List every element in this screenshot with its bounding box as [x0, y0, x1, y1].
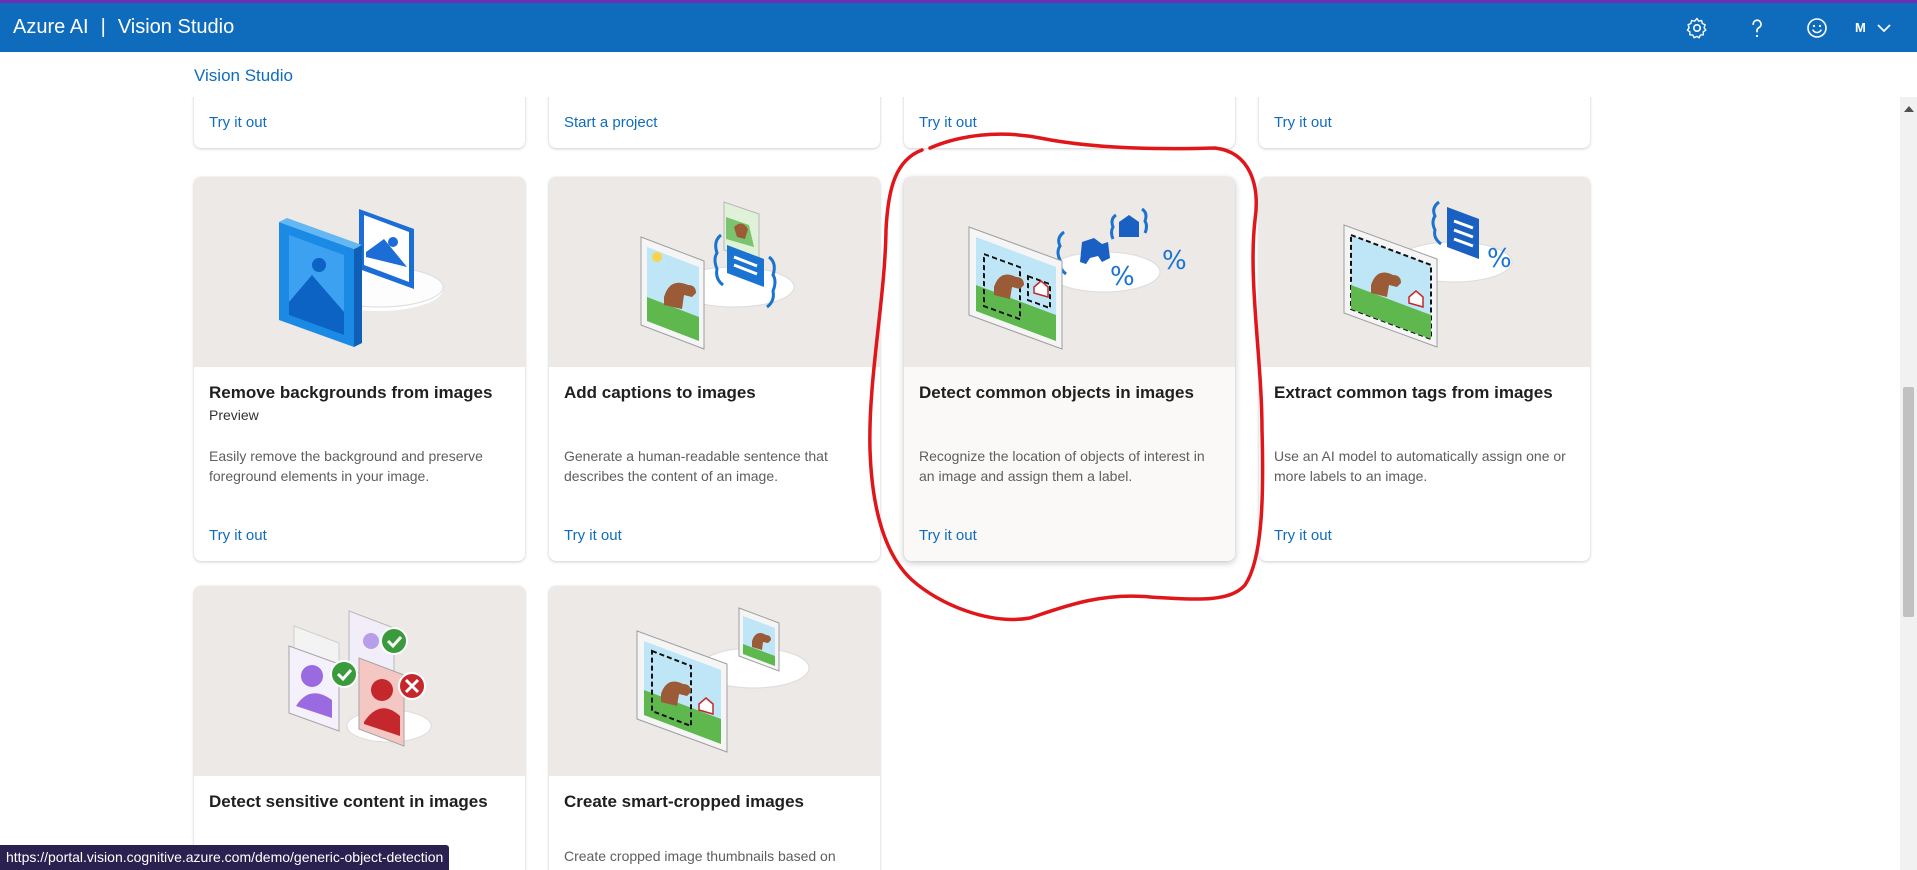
card-title: Remove backgrounds from images: [209, 383, 493, 402]
card-remove-backgrounds[interactable]: Remove backgrounds from images Preview E…: [194, 177, 525, 561]
card-illustration: [194, 177, 525, 367]
captions-illustration: [640, 201, 795, 350]
scroll-up-arrow-icon[interactable]: [1904, 106, 1914, 112]
try-it-out-link[interactable]: Try it out: [209, 527, 267, 544]
card-detect-sensitive-content[interactable]: Detect sensitive content in images: [194, 586, 525, 870]
top-navigation-bar: Azure AI | Vision Studio M: [0, 0, 1917, 52]
card-description: Generate a human-readable sentence that …: [564, 448, 828, 484]
card-description: Easily remove the background and preserv…: [209, 448, 483, 484]
scenario-gallery: Try it out Start a project Try it out Tr…: [0, 97, 1900, 870]
try-it-out-link[interactable]: Try it out: [564, 527, 622, 544]
try-it-out-link[interactable]: Try it out: [919, 527, 977, 544]
settings-icon: [1686, 17, 1707, 38]
help-button[interactable]: [1727, 3, 1787, 52]
account-initial: M: [1855, 20, 1866, 35]
svg-text:%: %: [1162, 246, 1187, 276]
smart-crop-illustration: [636, 607, 810, 753]
scenario-card[interactable]: Try it out: [194, 97, 525, 148]
try-it-out-link[interactable]: Try it out: [209, 114, 267, 131]
chevron-down-icon: [1877, 23, 1891, 32]
card-description: Use an AI model to automatically assign …: [1274, 448, 1566, 484]
card-detect-common-objects[interactable]: % % Detect common objects in images Reco…: [904, 177, 1235, 561]
sensitive-content-illustration: [288, 610, 432, 747]
try-it-out-link[interactable]: Try it out: [919, 114, 977, 131]
brand-product-name: Vision Studio: [117, 16, 235, 38]
breadcrumb[interactable]: Vision Studio: [194, 66, 293, 86]
card-illustration: [549, 177, 880, 367]
card-add-captions[interactable]: Add captions to images Generate a human-…: [549, 177, 880, 561]
card-illustration: [549, 586, 880, 776]
link-hover-status-url: https://portal.vision.cognitive.azure.co…: [0, 845, 450, 870]
background-removal-illustration: [279, 209, 444, 347]
card-title: Detect sensitive content in images: [209, 792, 488, 811]
scrollbar-thumb[interactable]: [1903, 387, 1914, 617]
feedback-smiley-icon: [1807, 17, 1827, 38]
card-illustration: [194, 586, 525, 776]
try-it-out-link[interactable]: Try it out: [1274, 114, 1332, 131]
card-illustration: % %: [904, 177, 1235, 367]
card-title: Create smart-cropped images: [564, 792, 804, 811]
preview-badge: Preview: [209, 407, 259, 423]
card-illustration: %: [1259, 177, 1590, 367]
card-description: Recognize the location of objects of int…: [919, 448, 1205, 484]
start-project-link[interactable]: Start a project: [564, 114, 657, 131]
brand-separator: |: [100, 16, 106, 38]
scenario-card[interactable]: Try it out: [1259, 97, 1590, 148]
card-description: Create cropped image thumbnails based on: [564, 848, 836, 864]
page-scrollbar[interactable]: [1900, 97, 1917, 870]
card-title: Add captions to images: [564, 383, 756, 402]
card-smart-crop[interactable]: Create smart-cropped images Create cropp…: [549, 586, 880, 870]
object-detection-illustration: % %: [968, 207, 1187, 350]
scenario-card[interactable]: Try it out: [904, 97, 1235, 148]
settings-button[interactable]: [1667, 3, 1727, 52]
header-actions: M: [1667, 3, 1917, 52]
brand-azure-ai: Azure AI: [13, 16, 89, 38]
card-title: Detect common objects in images: [919, 383, 1194, 402]
account-menu-button[interactable]: M: [1847, 20, 1917, 36]
svg-text:%: %: [1110, 262, 1135, 292]
svg-text:%: %: [1487, 244, 1512, 274]
feedback-button[interactable]: [1787, 3, 1847, 52]
help-icon: [1752, 18, 1762, 37]
try-it-out-link[interactable]: Try it out: [1274, 527, 1332, 544]
card-extract-tags[interactable]: % Extract common tags from images Use an…: [1259, 177, 1590, 561]
brand[interactable]: Azure AI | Vision Studio: [0, 3, 234, 52]
tagging-illustration: %: [1343, 200, 1513, 348]
card-title: Extract common tags from images: [1274, 383, 1553, 402]
scenario-card[interactable]: Start a project: [549, 97, 880, 148]
